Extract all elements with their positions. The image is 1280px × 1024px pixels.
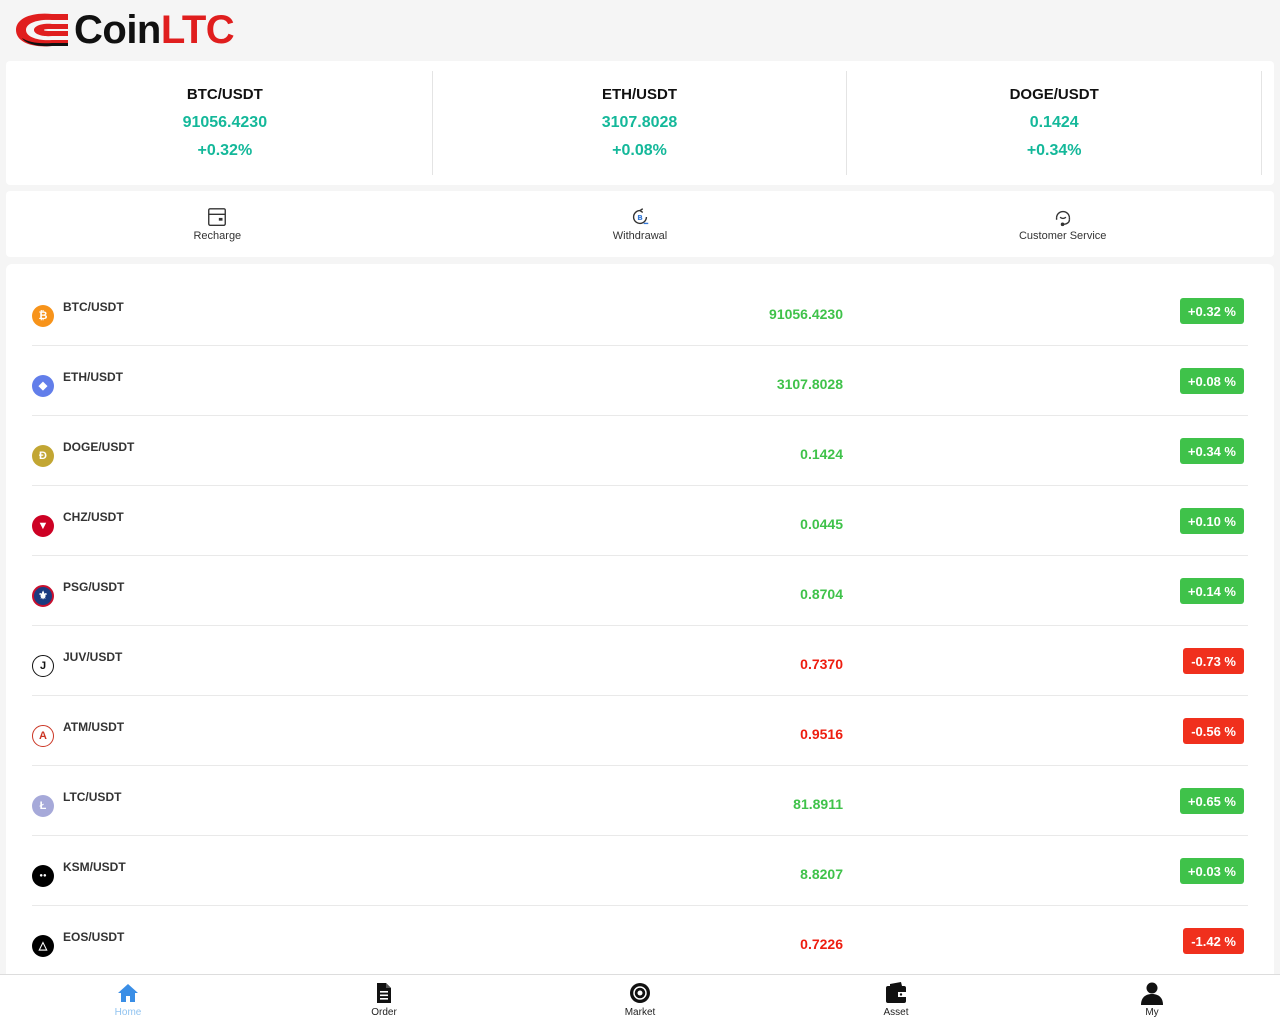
- market-pair: LTC/USDT: [63, 790, 122, 804]
- action-label: Customer Service: [1018, 230, 1107, 242]
- change-badge: +0.65 %: [1179, 788, 1244, 814]
- market-pair: ATM/USDT: [63, 720, 125, 734]
- doge-icon: Ð: [32, 444, 54, 467]
- nav-market[interactable]: Market: [512, 975, 768, 1024]
- chz-icon: ▼: [32, 514, 54, 537]
- quick-actions: Recharge B Withdrawal Customer Service: [6, 191, 1274, 257]
- market-price: 0.9516: [800, 726, 843, 742]
- headset-icon: [1055, 210, 1070, 227]
- ticker-change: +0.34%: [1026, 142, 1082, 159]
- change-badge: +0.03 %: [1179, 858, 1244, 884]
- nav-label: Market: [624, 1007, 656, 1018]
- market-pair: JUV/USDT: [63, 650, 123, 664]
- market-price: 0.7226: [800, 936, 843, 952]
- change-badge: +0.34 %: [1179, 438, 1244, 464]
- nav-label: Home: [114, 1007, 142, 1018]
- header: CoinLTC: [0, 0, 1280, 60]
- home-icon: [118, 984, 138, 1002]
- customer-service-button[interactable]: Customer Service: [851, 191, 1274, 257]
- change-badge: +0.08 %: [1179, 368, 1244, 394]
- user-icon: [1141, 982, 1163, 1005]
- market-pair: KSM/USDT: [63, 860, 126, 874]
- withdrawal-button[interactable]: B Withdrawal: [429, 191, 852, 257]
- wallet-card-icon: [208, 208, 227, 226]
- change-badge: +0.32 %: [1179, 298, 1244, 324]
- brand-logo[interactable]: CoinLTC: [12, 8, 235, 52]
- ksm-icon: ●●: [32, 864, 54, 887]
- bottom-nav: Home Order Market Asset My: [0, 974, 1280, 1024]
- nav-label: Asset: [883, 1007, 909, 1018]
- psg-icon: ⚜: [32, 584, 54, 607]
- change-badge: -0.73 %: [1183, 648, 1244, 674]
- market-pair: CHZ/USDT: [63, 510, 124, 524]
- ticker-price: 3107.8028: [601, 114, 678, 131]
- market-pair: DOGE/USDT: [63, 440, 135, 454]
- ticker-pair: BTC/USDT: [186, 86, 263, 103]
- change-badge: +0.10 %: [1179, 508, 1244, 534]
- brand-name-part1: Coin: [74, 8, 161, 52]
- ticker-panel: BTC/USDT 91056.4230 +0.32% ETH/USDT 3107…: [6, 61, 1274, 185]
- action-label: Recharge: [193, 230, 242, 242]
- market-row-juv[interactable]: J JUV/USDT 0.7370 -0.73 %: [32, 626, 1248, 696]
- wallet-icon: [886, 982, 906, 1003]
- ticker-card-doge[interactable]: DOGE/USDT 0.1424 +0.34%: [847, 71, 1263, 175]
- market-row-ksm[interactable]: ●● KSM/USDT 8.8207 +0.03 %: [32, 836, 1248, 906]
- market-row-eth[interactable]: ◆ ETH/USDT 3107.8028 +0.08 %: [32, 346, 1248, 416]
- market-price: 0.1424: [800, 446, 843, 462]
- eos-icon: △: [32, 934, 54, 957]
- market-price: 91056.4230: [769, 306, 843, 322]
- nav-label: Order: [371, 1007, 397, 1018]
- eth-icon: ◆: [32, 374, 54, 397]
- market-price: 3107.8028: [776, 376, 843, 392]
- ticker-card-btc[interactable]: BTC/USDT 91056.4230 +0.32%: [18, 71, 433, 175]
- market-price: 0.7370: [800, 656, 843, 672]
- market-icon: [630, 983, 650, 1003]
- ticker-pair: DOGE/USDT: [1009, 86, 1099, 103]
- change-badge: -1.42 %: [1183, 928, 1244, 954]
- market-row-btc[interactable]: ₿ BTC/USDT 91056.4230 +0.32 %: [32, 276, 1248, 346]
- market-pair: ETH/USDT: [63, 370, 123, 384]
- market-price: 81.8911: [793, 796, 843, 812]
- market-row-atm[interactable]: A ATM/USDT 0.9516 -0.56 %: [32, 696, 1248, 766]
- ticker-change: +0.08%: [612, 142, 667, 159]
- nav-label: My: [1145, 1007, 1159, 1018]
- brand-name-part2: LTC: [160, 8, 235, 52]
- change-badge: -0.56 %: [1183, 718, 1244, 744]
- market-price: 0.8704: [800, 586, 843, 602]
- recharge-button[interactable]: Recharge: [6, 191, 429, 257]
- btc-icon: ₿: [32, 304, 54, 327]
- ticker-card-eth[interactable]: ETH/USDT 3107.8028 +0.08%: [433, 71, 848, 175]
- change-badge: +0.14 %: [1179, 578, 1244, 604]
- market-price: 8.8207: [800, 866, 843, 882]
- market-row-eos[interactable]: △ EOS/USDT 0.7226 -1.42 %: [32, 906, 1248, 976]
- ltc-icon: Ł: [32, 794, 54, 817]
- nav-order[interactable]: Order: [256, 975, 512, 1024]
- market-row-chz[interactable]: ▼ CHZ/USDT 0.0445 +0.10 %: [32, 486, 1248, 556]
- bitcoin-exchange-icon: B: [632, 208, 649, 225]
- logo-mark-icon: [16, 13, 68, 47]
- action-label: Withdrawal: [612, 230, 668, 242]
- market-pair: PSG/USDT: [63, 580, 125, 594]
- ticker-price: 0.1424: [1029, 114, 1079, 131]
- market-price: 0.0445: [800, 516, 843, 532]
- juv-icon: J: [32, 654, 54, 677]
- market-list: ₿ BTC/USDT 91056.4230 +0.32 % ◆ ETH/USDT…: [6, 264, 1274, 984]
- market-row-ltc[interactable]: Ł LTC/USDT 81.8911 +0.65 %: [32, 766, 1248, 836]
- market-row-doge[interactable]: Ð DOGE/USDT 0.1424 +0.34 %: [32, 416, 1248, 486]
- brand-name: CoinLTC: [74, 8, 235, 52]
- nav-asset[interactable]: Asset: [768, 975, 1024, 1024]
- market-pair: BTC/USDT: [63, 300, 124, 314]
- ticker-price: 91056.4230: [182, 114, 268, 131]
- svg-text:B: B: [637, 213, 643, 222]
- atm-icon: A: [32, 724, 54, 747]
- market-pair: EOS/USDT: [63, 930, 125, 944]
- ticker-change: +0.32%: [197, 142, 253, 159]
- market-row-psg[interactable]: ⚜ PSG/USDT 0.8704 +0.14 %: [32, 556, 1248, 626]
- nav-home[interactable]: Home: [0, 975, 256, 1024]
- nav-my[interactable]: My: [1024, 975, 1280, 1024]
- document-icon: [377, 983, 391, 1003]
- ticker-pair: ETH/USDT: [602, 86, 677, 103]
